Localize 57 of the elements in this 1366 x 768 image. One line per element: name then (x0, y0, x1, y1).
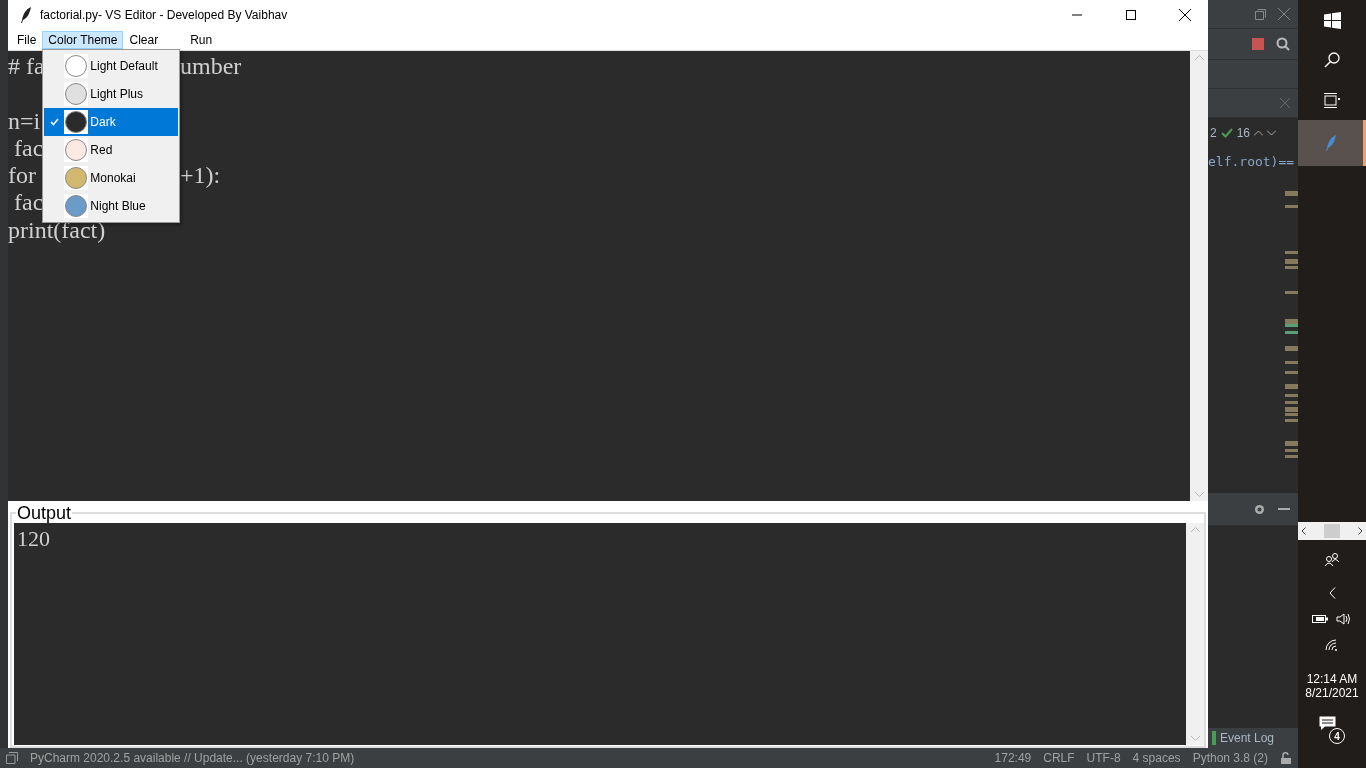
check-icon (1220, 127, 1233, 139)
notification-icon[interactable] (1319, 716, 1336, 731)
volume-icon[interactable] (1336, 613, 1352, 625)
restore-icon[interactable] (1255, 8, 1266, 20)
code-line: umber (180, 53, 242, 81)
scroll-left-icon[interactable] (1301, 527, 1306, 535)
scrollbar[interactable] (1298, 522, 1366, 540)
scroll-thumb[interactable] (1324, 524, 1340, 538)
menu-item[interactable]: Clear (123, 31, 165, 49)
status-item[interactable]: CRLF (1043, 751, 1075, 765)
warning-count: 2 (1210, 126, 1217, 140)
theme-menu-item[interactable]: Dark (44, 108, 179, 136)
theme-menu-item[interactable]: Light Default (44, 52, 179, 80)
task-view-icon[interactable] (1324, 92, 1340, 108)
code-line: fac (13, 134, 44, 163)
battery-icon[interactable] (1312, 614, 1328, 624)
menu-item[interactable]: Run (184, 31, 219, 49)
search-icon[interactable] (1324, 52, 1340, 68)
code-line: n=i (8, 107, 41, 135)
close-icon[interactable] (1179, 9, 1191, 21)
event-log-icon (1212, 731, 1216, 745)
code-line: +1): (180, 162, 221, 190)
feather-icon (1324, 134, 1337, 152)
status-item[interactable]: 4 spaces (1132, 751, 1181, 765)
lock-icon[interactable] (1280, 752, 1292, 764)
up-icon[interactable] (1254, 130, 1264, 136)
clock-time[interactable]: 12:14 AM (1306, 672, 1358, 686)
theme-menu-item[interactable]: Light Plus (44, 80, 179, 108)
check-icon (49, 118, 59, 126)
menu-item[interactable]: File (11, 31, 43, 49)
start-icon[interactable] (1323, 11, 1341, 29)
down-icon[interactable] (1267, 130, 1277, 136)
clock-date[interactable]: 8/21/2021 (1305, 686, 1359, 700)
chevron-left-icon[interactable] (1328, 587, 1336, 599)
theme-menu-item[interactable]: Red (44, 136, 179, 164)
status-item[interactable]: UTF-8 (1086, 751, 1121, 765)
status-item[interactable]: Python 3.8 (2) (1192, 751, 1268, 765)
code-line: elf.root)== (1208, 153, 1296, 169)
status-icon[interactable] (6, 752, 18, 764)
settings-icon[interactable] (1253, 502, 1266, 516)
scroll-right-icon[interactable] (1358, 527, 1363, 535)
notification-badge: 4 (1329, 728, 1345, 744)
status-item[interactable]: 172:49 (994, 751, 1032, 765)
theme-menu-item[interactable]: Monokai (44, 164, 179, 192)
output-area: 120 (14, 523, 1186, 745)
code-line: for (8, 162, 36, 190)
people-icon[interactable] (1324, 553, 1340, 567)
status-message[interactable]: PyCharm 2020.2.5 available // Update... (yesterday 7:10 PM) (30, 751, 983, 765)
menu-item[interactable]: Color Theme (42, 31, 124, 49)
window-title: factorial.py- VS Editor - Developed By Vaibhav (40, 8, 289, 22)
check-count: 16 (1236, 126, 1251, 140)
wifi-icon[interactable] (1325, 639, 1339, 651)
app-taskbar-button[interactable] (1298, 120, 1366, 166)
feather-icon (20, 6, 32, 24)
output-label: Output (16, 503, 73, 523)
code-line: fac (13, 189, 44, 217)
maximize-icon[interactable] (1126, 10, 1136, 20)
